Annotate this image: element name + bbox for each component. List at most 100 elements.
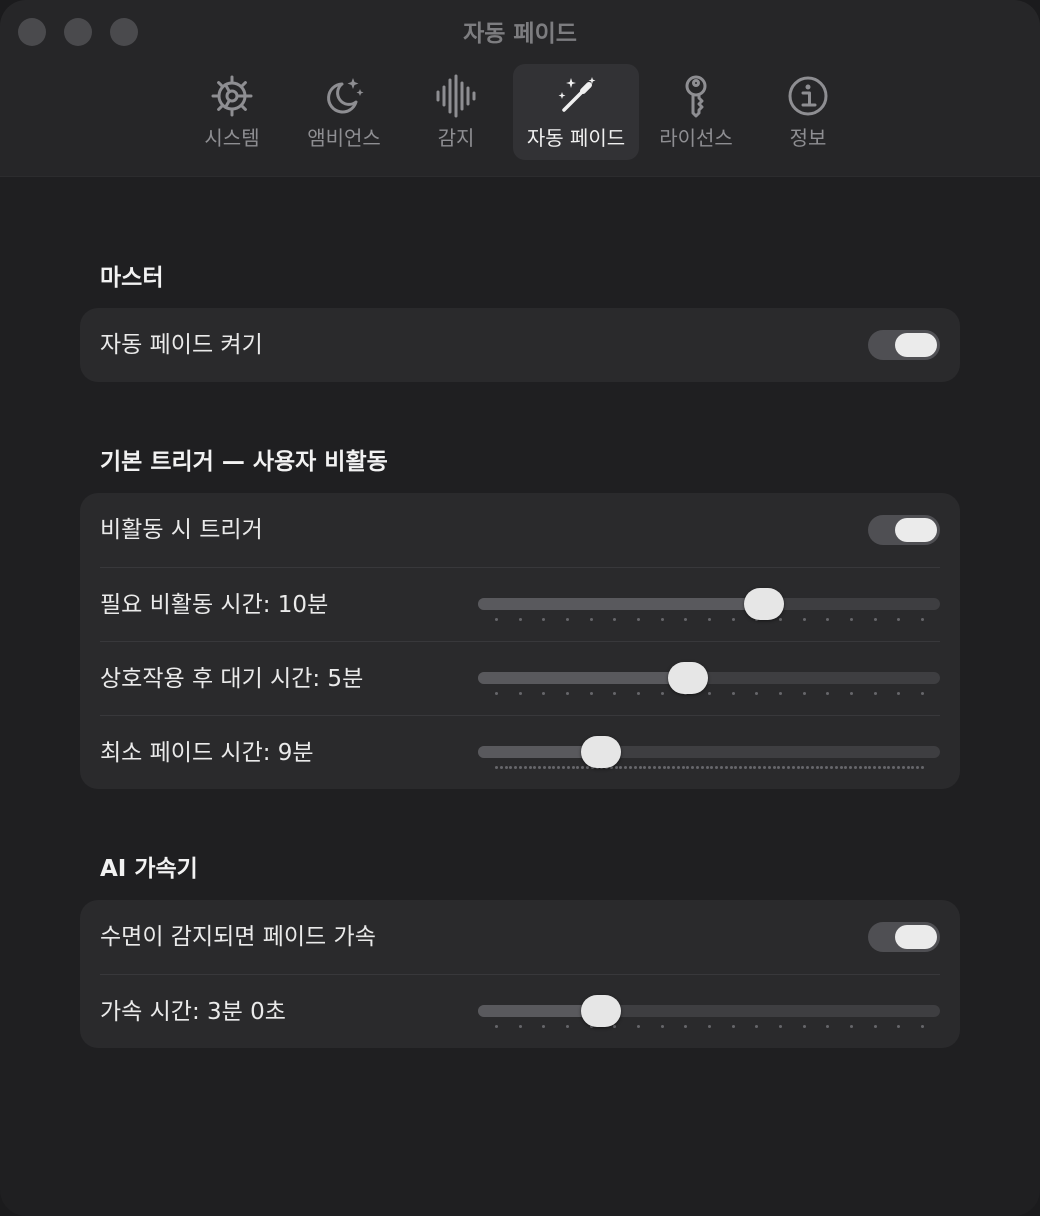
tab-auto-fade[interactable]: 자동 페이드 [513,64,639,160]
slider-tick [921,1025,924,1028]
slider-tick [729,766,733,769]
slider-tick [672,766,676,769]
slider-tick [916,766,920,769]
tab-label-system: 시스템 [204,126,260,150]
toggle-knob [895,333,937,357]
key-icon [685,75,707,118]
slider-tick [637,692,640,695]
slider-tick [755,692,759,695]
slider-tick [514,766,518,769]
slider-tick [684,618,688,621]
trigger-on-inactivity-toggle[interactable] [868,515,940,545]
tab-system[interactable]: 시스템 [182,64,282,160]
slider-tick [877,766,881,769]
slider-tick [731,618,735,621]
slider-tick [868,766,872,769]
slider-tick [826,692,830,695]
slider-tick [705,766,709,769]
slider-tick [897,766,901,769]
slider-thumb[interactable] [580,995,621,1027]
slider-tick [802,618,806,621]
slider-tick [753,766,757,769]
slider-tick [589,618,593,621]
minimum-fade-slider[interactable] [478,716,940,790]
slider-tick [802,1025,806,1028]
slider-track [478,746,940,758]
slider-tick [844,766,848,769]
slider-tick [495,1025,498,1028]
slider-thumb[interactable] [580,736,621,768]
slider-tick [637,1025,640,1028]
slider-tick [643,766,647,769]
slider-tick [892,766,896,769]
slider-tick [613,618,617,621]
slider-tick [921,766,924,769]
slider-tick [906,766,910,769]
slider-fill [478,672,688,684]
slider-tick [576,766,580,769]
minimum-fade-label: 최소 페이드 시간: 9분 [100,740,314,766]
slider-tick [708,692,711,695]
tab-detection[interactable]: 감지 [412,64,500,160]
toggle-knob [895,925,937,949]
slider-tick [779,1025,782,1028]
tab-label-auto-fade: 자동 페이드 [526,126,626,150]
row-acceleration-time: 가속 시간: 3분 0초 [100,974,940,1049]
slider-tick [850,1025,853,1028]
slider-ticks [478,766,940,772]
slider-tick [748,766,752,769]
slider-tick [660,618,664,621]
slider-tick [613,1025,617,1028]
slider-thumb[interactable] [667,662,708,694]
toolbar-tabs: 시스템 앰비언스 감지 자동 페이드 라이선스 정보 [0,64,1040,160]
slider-tick [566,766,570,769]
slider-tick [589,692,593,695]
slider-ticks [478,618,940,624]
slider-tick [518,618,522,621]
slider-fill [478,598,765,610]
slider-tick [638,766,642,769]
slider-tick [495,766,498,769]
tab-label-license: 라이선스 [659,126,733,150]
info-icon [788,76,828,116]
slider-tick [873,766,877,769]
slider-tick [897,692,901,695]
slider-tick [763,766,767,769]
tab-license[interactable]: 라이선스 [648,64,744,160]
slider-tick [547,766,551,769]
slider-tick [731,1025,735,1028]
slider-thumb[interactable] [744,588,785,620]
trigger-on-inactivity-label: 비활동 시 트리거 [100,517,263,543]
slider-tick [566,1025,569,1028]
slider-tick [523,766,527,769]
required-inactivity-slider[interactable] [478,568,940,642]
slider-tick [839,766,843,769]
slider-tick [830,766,834,769]
section-title-ai: AI 가속기 [100,856,198,882]
slider-tick [853,766,857,769]
slider-tick [684,1025,688,1028]
enable-auto-fade-toggle[interactable] [868,330,940,360]
slider-ticks [478,692,940,698]
acceleration-time-slider[interactable] [478,975,940,1049]
tab-ambience[interactable]: 앰비언스 [288,64,400,160]
slider-tick [619,766,623,769]
slider-tick [755,1025,759,1028]
slider-tick [850,618,853,621]
slider-tick [782,766,786,769]
slider-tick [849,766,853,769]
slider-tick [499,766,503,769]
slider-tick [826,1025,830,1028]
slider-tick [518,766,522,769]
required-inactivity-label: 필요 비활동 시간: 10분 [100,592,329,618]
window-title: 자동 페이드 [463,21,577,47]
post-interaction-wait-slider[interactable] [478,642,940,716]
slider-tick [676,766,680,769]
slider-tick [624,766,628,769]
sleep-accelerate-toggle[interactable] [868,922,940,952]
acceleration-time-label: 가속 시간: 3분 0초 [100,999,286,1025]
slider-tick [629,766,633,769]
tab-about[interactable]: 정보 [764,64,852,160]
slider-tick [873,1025,877,1028]
toggle-knob [895,518,937,542]
